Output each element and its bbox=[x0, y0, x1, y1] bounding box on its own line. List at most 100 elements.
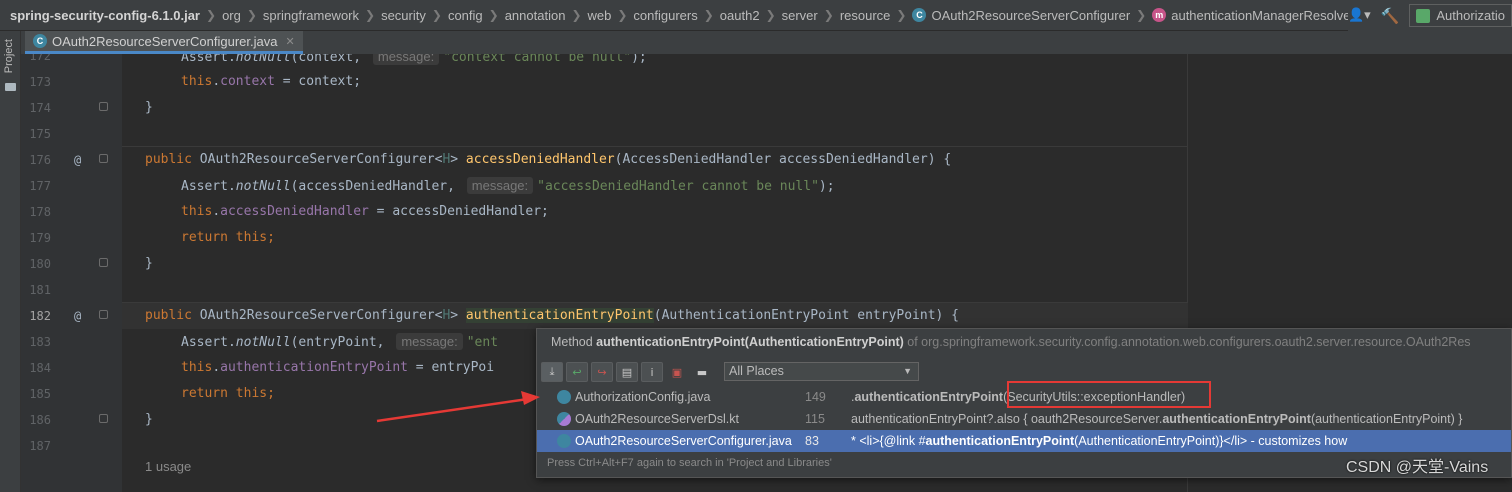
code-token: Assert. bbox=[181, 335, 236, 350]
code-line: } bbox=[145, 251, 153, 277]
breadcrumb-separator: ❯ bbox=[488, 8, 499, 22]
code-line: return this; bbox=[181, 225, 275, 251]
usage-context-post: (AuthenticationEntryPoint)}</li> - custo… bbox=[1074, 434, 1348, 448]
usage-line: 115 bbox=[805, 412, 825, 426]
breadcrumb-oauth2[interactable]: oauth2 bbox=[720, 8, 760, 23]
usage-line: 83 bbox=[805, 434, 819, 448]
override-marker-icon[interactable]: @ bbox=[74, 309, 81, 323]
code-token: (context, bbox=[290, 54, 369, 65]
fold-icon[interactable] bbox=[99, 414, 108, 423]
breadcrumb-method-label: authenticationManagerResolver bbox=[1171, 7, 1355, 23]
class-icon: C bbox=[912, 8, 927, 22]
usage-file: OAuth2ResourceServerConfigurer.java bbox=[575, 434, 792, 448]
breadcrumb-config[interactable]: config bbox=[448, 8, 483, 23]
code-token: > bbox=[450, 308, 466, 323]
breadcrumb-org[interactable]: org bbox=[222, 8, 241, 23]
line-number: 179 bbox=[29, 231, 51, 245]
breadcrumb-class[interactable]: C OAuth2ResourceServerConfigurer bbox=[912, 8, 1130, 23]
code-line: Assert.notNull(entryPoint, message: "ent bbox=[181, 329, 498, 355]
build-hammer-icon[interactable]: 🔨 bbox=[1381, 7, 1400, 25]
line-number: 175 bbox=[29, 127, 51, 141]
code-token: . bbox=[212, 204, 221, 219]
usage-context-pre: * <li>{@link # bbox=[851, 434, 926, 448]
breadcrumb-separator: ❯ bbox=[206, 8, 217, 22]
merge-usages-icon[interactable]: ⤓ bbox=[541, 362, 563, 382]
code-token: this bbox=[181, 204, 213, 219]
run-config-icon bbox=[1416, 8, 1431, 23]
popup-title: Method authenticationEntryPoint(Authenti… bbox=[537, 329, 1511, 356]
code-line: this.context = context; bbox=[181, 69, 361, 95]
breadcrumb-security[interactable]: security bbox=[381, 8, 426, 23]
usage-context-post: (authenticationEntryPoint) } bbox=[1310, 412, 1463, 426]
group-by-file-icon[interactable]: ▤ bbox=[616, 362, 638, 382]
code-token: ); bbox=[631, 54, 647, 65]
show-write-access-icon[interactable]: ↪ bbox=[591, 362, 613, 382]
breadcrumb: spring-security-config-6.1.0.jar ❯ org ❯ s… bbox=[0, 0, 1512, 31]
fold-icon[interactable] bbox=[99, 102, 108, 111]
usage-row-selected[interactable]: OAuth2ResourceServerConfigurer.java 83 *… bbox=[537, 430, 1511, 452]
folder-icon bbox=[5, 83, 16, 91]
code-token: OAuth2ResourceServerConfigurer< bbox=[199, 152, 443, 167]
code-token: > bbox=[450, 152, 466, 167]
code-line: this.accessDeniedHandler = accessDeniedH… bbox=[181, 199, 549, 225]
fold-icon[interactable] bbox=[99, 310, 108, 319]
usages-hint[interactable]: 1 usage bbox=[145, 459, 191, 474]
tool-window-strip: Project bbox=[0, 31, 21, 492]
code-token: (AuthenticationEntryPoint entryPoint) { bbox=[653, 308, 960, 323]
parameter-hint: message: bbox=[466, 177, 534, 194]
line-number: 187 bbox=[29, 439, 51, 453]
usage-context-match: authenticationEntryPoint bbox=[925, 434, 1075, 448]
code-token: = entryPoi bbox=[407, 360, 495, 375]
show-read-access-icon[interactable]: ↩ bbox=[566, 362, 588, 382]
code-token: ; bbox=[267, 386, 275, 401]
info-icon[interactable]: i bbox=[641, 362, 663, 382]
breadcrumb-annotation[interactable]: annotation bbox=[505, 8, 566, 23]
popup-toolbar: ⤓ ↩ ↪ ▤ i ▣ ▬ bbox=[541, 361, 713, 383]
override-marker-icon[interactable]: @ bbox=[74, 153, 81, 167]
popup-title-path: of org.springframework.security.config.a… bbox=[903, 335, 1471, 349]
line-number: 183 bbox=[29, 335, 51, 349]
breadcrumb-method[interactable]: m authenticationManagerResolver bbox=[1152, 8, 1355, 23]
line-number: 174 bbox=[29, 101, 51, 115]
breadcrumb-server[interactable]: server bbox=[782, 8, 818, 23]
code-token: "context cannot be null" bbox=[443, 54, 632, 65]
code-token: } bbox=[145, 412, 153, 427]
user-icon[interactable]: 👤▾ bbox=[1348, 8, 1371, 23]
code-token: public bbox=[145, 152, 200, 167]
usage-context-match: authenticationEntryPoint bbox=[854, 390, 1004, 404]
breadcrumb-separator: ❯ bbox=[823, 8, 834, 22]
settings-icon[interactable]: ▬ bbox=[691, 362, 713, 382]
line-number: 186 bbox=[29, 413, 51, 427]
breadcrumb-configurers[interactable]: configurers bbox=[633, 8, 697, 23]
code-token: context bbox=[220, 74, 275, 89]
filter-icon[interactable]: ▣ bbox=[666, 362, 688, 382]
breadcrumb-springframework[interactable]: springframework bbox=[263, 8, 359, 23]
code-line: public OAuth2ResourceServerConfigurer<H>… bbox=[145, 303, 959, 329]
fold-icon[interactable] bbox=[99, 154, 108, 163]
fold-icon[interactable] bbox=[99, 258, 108, 267]
breadcrumb-jar[interactable]: spring-security-config-6.1.0.jar bbox=[10, 8, 200, 23]
navbar-right-toolbar: 👤▾ 🔨 Authorizatio bbox=[1347, 0, 1512, 31]
editor-tab[interactable]: C OAuth2ResourceServerConfigurer.java ✕ bbox=[25, 31, 303, 54]
usage-context-pre: authenticationEntryPoint?.also { oauth2R… bbox=[851, 412, 1163, 426]
project-tool-button[interactable]: Project bbox=[3, 39, 15, 73]
code-token: ; bbox=[267, 230, 275, 245]
code-token: return this bbox=[181, 386, 268, 401]
scope-dropdown[interactable]: All Places ▼ bbox=[724, 362, 919, 381]
code-token: notNull bbox=[235, 179, 291, 194]
code-line: return this; bbox=[181, 381, 275, 407]
breadcrumb-separator: ❯ bbox=[365, 8, 376, 22]
code-token: = accessDeniedHandler; bbox=[368, 204, 549, 219]
code-token: authenticationEntryPoint bbox=[220, 360, 408, 375]
usage-row[interactable]: OAuth2ResourceServerDsl.kt 115 authentic… bbox=[537, 408, 1511, 430]
line-number: 178 bbox=[29, 205, 51, 219]
close-icon[interactable]: ✕ bbox=[285, 35, 294, 48]
code-token: (AccessDeniedHandler accessDeniedHandler… bbox=[614, 152, 952, 167]
run-config-label: Authorizatio bbox=[1436, 8, 1505, 23]
run-configuration-selector[interactable]: Authorizatio bbox=[1409, 4, 1512, 27]
breadcrumb-resource[interactable]: resource bbox=[840, 8, 891, 23]
popup-footer-hint: Press Ctrl+Alt+F7 again to search in 'Pr… bbox=[547, 457, 832, 469]
breadcrumb-web[interactable]: web bbox=[588, 8, 612, 23]
breadcrumb-separator: ❯ bbox=[571, 8, 582, 22]
class-icon bbox=[557, 390, 571, 404]
